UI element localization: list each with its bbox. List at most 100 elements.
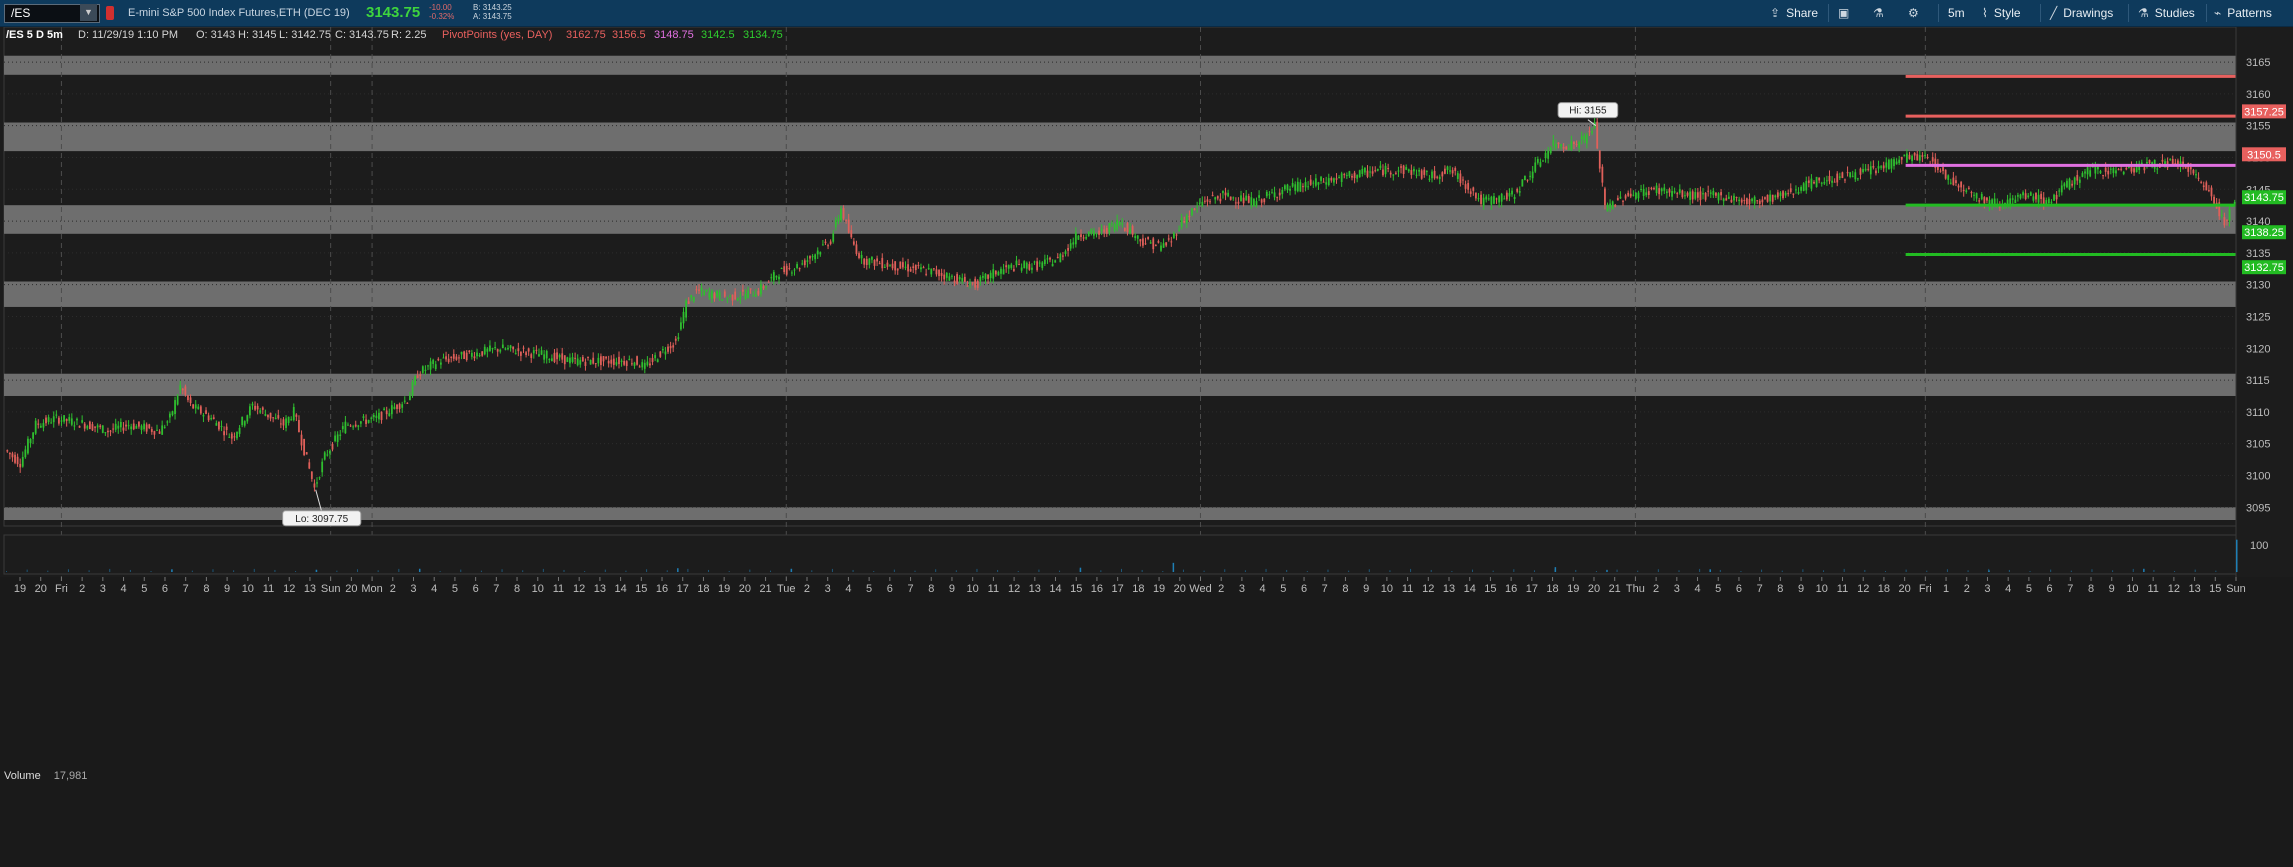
candle-body: [1366, 170, 1369, 177]
candle-body: [1072, 242, 1075, 245]
time-axis[interactable]: [0, 577, 2293, 867]
candle-body: [1100, 228, 1103, 231]
candle-body: [2084, 171, 2086, 174]
symbol-dropdown-icon[interactable]: ▼: [80, 4, 97, 21]
gear-icon: ⚙: [1908, 6, 1919, 20]
candle-body: [600, 356, 602, 366]
candle-body: [584, 361, 587, 366]
drawings-button[interactable]: ╱ Drawings: [2050, 3, 2113, 23]
candle-body: [282, 419, 285, 426]
gear-button[interactable]: ⚙: [1908, 3, 1925, 23]
time-tick-label: 20: [1588, 583, 1600, 595]
candle-body: [1962, 189, 1965, 192]
candle-body: [1051, 263, 1054, 267]
volume-bar: [274, 569, 276, 572]
candle-body: [1913, 153, 1916, 156]
candle-body: [834, 219, 837, 228]
style-icon: ⌇: [1982, 6, 1988, 20]
candle-body: [1745, 198, 1748, 205]
candle-body: [1077, 235, 1080, 240]
candle-body: [298, 420, 300, 433]
candle-body: [718, 292, 721, 299]
candle-body: [452, 354, 455, 359]
flask-button[interactable]: ⚗: [1873, 3, 1890, 23]
volume-bar: [2215, 570, 2217, 572]
volume-bar: [604, 569, 606, 572]
candle-body: [287, 416, 290, 423]
time-tick-label: 19: [1153, 583, 1165, 595]
candle-body: [1425, 170, 1428, 172]
candle-body: [1170, 241, 1173, 243]
volume-bar: [1699, 568, 1701, 572]
candle-body: [1255, 201, 1258, 206]
candle-body: [47, 417, 50, 423]
candle-body: [2050, 201, 2053, 203]
price-tag: 3150.5: [2247, 149, 2281, 161]
candle-body: [150, 428, 153, 432]
volume-bar: [893, 569, 895, 572]
candle-body: [1529, 175, 1531, 177]
candle-body: [220, 426, 223, 428]
candle-body: [148, 424, 151, 429]
time-tick-label: 2: [390, 583, 396, 595]
candle-body: [778, 276, 780, 280]
volume-bar: [88, 570, 90, 572]
price-chart[interactable]: Hi: 3155Lo: 3097.75309531003105311031153…: [0, 27, 2293, 867]
volume-bar: [1884, 571, 1886, 572]
candle-body: [1588, 131, 1591, 133]
candle-body: [367, 420, 370, 423]
candle-body: [1487, 198, 1490, 200]
volume-bar: [1244, 570, 1246, 572]
volume-bar: [522, 570, 524, 572]
candle-body: [37, 423, 40, 425]
candle-body: [2171, 159, 2174, 165]
volume-panel[interactable]: [3, 534, 2237, 575]
candle-body: [1616, 197, 1619, 201]
candle-body: [669, 345, 672, 349]
candle-body: [277, 415, 280, 419]
volume-bar: [2153, 569, 2155, 572]
candle-body: [6, 450, 9, 452]
candle-body: [94, 426, 96, 428]
time-tick-label: 10: [967, 583, 979, 595]
price-tick-label: 3130: [2246, 280, 2270, 292]
pivot-s2-value: 3134.75: [743, 29, 783, 41]
pivot-study-title[interactable]: PivotPoints (yes, DAY): [442, 27, 552, 43]
time-tick-label: 12: [1008, 583, 1020, 595]
candle-body: [1606, 204, 1609, 212]
candle-body: [388, 413, 391, 416]
time-tick-label: 6: [1301, 583, 1307, 595]
candle-body: [793, 269, 796, 271]
volume-bar: [1100, 570, 1102, 572]
alert-icon[interactable]: [106, 6, 114, 20]
time-tick-label: 20: [1899, 583, 1911, 595]
candle-body: [2081, 173, 2084, 177]
candle-body: [233, 436, 236, 438]
candle-body: [1152, 238, 1155, 250]
candle-body: [207, 415, 210, 421]
patterns-button[interactable]: ⌁ Patterns: [2214, 3, 2272, 23]
candle-body: [643, 362, 646, 369]
candle-body: [1203, 200, 1206, 202]
candle-body: [104, 432, 107, 434]
chart-settings-button[interactable]: ▣: [1838, 3, 1855, 23]
candle-body: [1916, 154, 1919, 161]
candle-body: [81, 420, 84, 423]
candle-body: [1007, 265, 1010, 269]
timeframe-button[interactable]: 5m: [1948, 3, 1965, 23]
candle-body: [1686, 192, 1689, 196]
price-panel[interactable]: [3, 27, 2241, 527]
bid-value: B: 3143.25: [473, 3, 512, 12]
candle-body: [798, 268, 801, 270]
candle-body: [1609, 203, 1612, 208]
candle-body: [587, 356, 589, 358]
candle-body: [1955, 180, 1957, 184]
studies-button[interactable]: ⚗ Studies: [2138, 3, 2195, 23]
share-button[interactable]: ⇪ Share: [1770, 3, 1818, 23]
candle-body: [1862, 169, 1864, 173]
candle-body: [780, 268, 783, 270]
candle-body: [2117, 169, 2120, 171]
candle-body: [1562, 146, 1565, 149]
style-button[interactable]: ⌇ Style: [1982, 3, 2021, 23]
candle-body: [2097, 166, 2099, 170]
